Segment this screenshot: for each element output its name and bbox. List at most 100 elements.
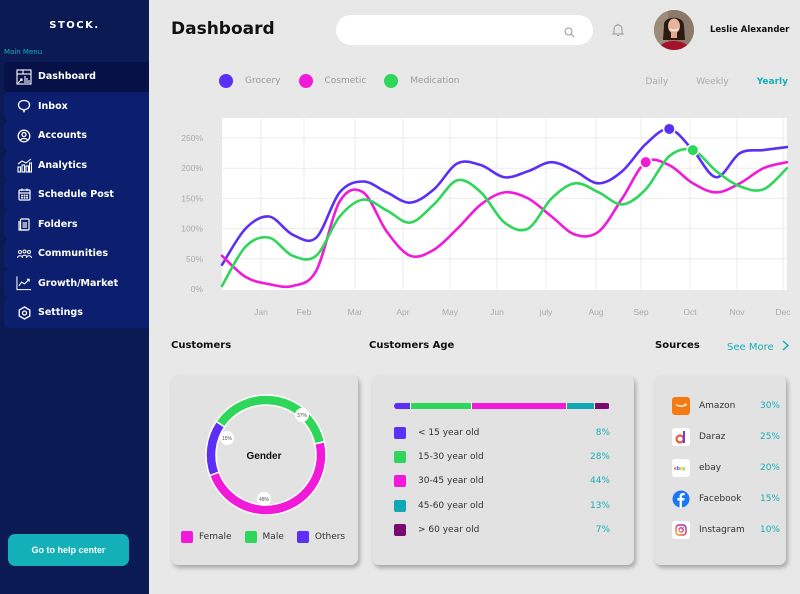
x-tick-label: Feb [297, 307, 312, 317]
sources-card: Amazon 30% Daraz 25% ebay ebay 20% Faceb… [654, 375, 786, 565]
gender-donut-chart: 48% 37% 15% Gender [205, 394, 327, 515]
sidebar-item-folders[interactable]: Folders [4, 209, 149, 239]
customers-age-card: < 15 year old 8% 15-30 year old 28% 30-4… [372, 375, 634, 565]
legend-swatch-others [296, 531, 309, 543]
source-name: Amazon [699, 401, 736, 411]
sidebar-item-inbox[interactable]: Inbox [4, 91, 149, 121]
x-tick-label: Jan [254, 307, 268, 317]
gender-legend: Female Male Others [181, 531, 345, 543]
facebook-icon [672, 490, 690, 508]
age-value: 13% [589, 501, 610, 511]
sidebar-item-settings[interactable]: Settings [4, 298, 149, 328]
line-chart: 0% 50% 100% 150% 200% 250% Jan Feb Mar Apr May Jun j… [181, 118, 791, 317]
see-more-label: See More [727, 341, 774, 353]
legend-label: Medication [410, 76, 460, 86]
sidebar-item-label: Folders [38, 218, 78, 230]
period-weekly-button[interactable]: Weekly [696, 77, 728, 87]
svg-text:ebay: ebay [674, 466, 686, 471]
y-tick-label: 250% [181, 133, 203, 143]
data-point-grocery[interactable] [664, 123, 675, 134]
see-more-link[interactable]: See More [727, 340, 789, 354]
age-label: 45-60 year old [418, 501, 484, 511]
slice-label: 37% [297, 413, 308, 419]
dashboard-icon [16, 69, 32, 85]
age-row: 45-60 year old 13% [394, 500, 610, 512]
notification-bell-icon[interactable] [611, 22, 625, 41]
legend-label: Others [314, 532, 346, 542]
gender-card: 48% 37% 15% Gender Female Male Others [171, 375, 358, 565]
legend-item-cosmetic[interactable]: Cosmetic [298, 74, 367, 88]
user-circle-icon [16, 128, 32, 144]
search-icon[interactable] [564, 23, 575, 42]
sidebar-item-schedule-post[interactable]: Schedule Post [4, 180, 149, 210]
data-point-cosmetic[interactable] [640, 157, 651, 168]
sidebar-item-accounts[interactable]: Accounts [4, 121, 149, 151]
age-bar-segment [394, 403, 412, 409]
age-label: 15-30 year old [418, 452, 484, 462]
legend-label: Female [199, 532, 232, 542]
period-yearly-button[interactable]: Yearly [757, 77, 788, 87]
amazon-icon [672, 397, 690, 415]
sidebar-item-communities[interactable]: Communities [4, 239, 149, 269]
sidebar-item-analytics[interactable]: Analytics [4, 150, 149, 180]
legend-dot-grocery [219, 74, 233, 88]
period-selector: Daily Weekly Yearly [617, 77, 788, 87]
age-swatch [394, 427, 406, 439]
source-row-facebook[interactable]: Facebook 15% [672, 490, 780, 508]
sidebar-item-label: Accounts [38, 130, 87, 142]
age-bar-segment [566, 403, 595, 409]
sidebar-item-label: Dashboard [38, 71, 96, 83]
sidebar-item-growth-market[interactable]: Growth/Market [4, 268, 149, 298]
sidebar-item-dashboard[interactable]: Dashboard [4, 62, 149, 92]
source-value: 30% [759, 401, 780, 411]
people-icon [16, 246, 32, 262]
source-name: Instagram [699, 525, 745, 535]
legend-item-grocery[interactable]: Grocery [219, 74, 281, 88]
gender-legend-male: Male [244, 531, 284, 543]
sources-title: Sources [655, 340, 700, 351]
legend-label: Cosmetic [324, 76, 367, 86]
age-row: 30-45 year old 44% [394, 475, 610, 487]
slice-label: 15% [222, 436, 233, 442]
y-tick-label: 100% [181, 224, 203, 234]
age-value: 7% [595, 525, 610, 535]
sidebar-item-label: Settings [38, 307, 83, 319]
help-center-button[interactable]: Go to help center [8, 534, 129, 566]
legend-swatch-female [181, 531, 193, 543]
donut-slice-others[interactable] [205, 420, 226, 477]
source-value: 25% [759, 432, 780, 442]
chevron-right-icon [782, 340, 789, 354]
customers-age-title: Customers Age [369, 340, 455, 351]
y-tick-label: 150% [181, 193, 203, 203]
source-value: 15% [759, 494, 780, 504]
x-tick-label: May [442, 307, 459, 317]
source-row-daraz[interactable]: Daraz 25% [672, 428, 780, 446]
trend-chart-icon [16, 275, 32, 291]
legend-item-medication[interactable]: Medication [384, 74, 459, 88]
source-row-amazon[interactable]: Amazon 30% [672, 397, 780, 415]
x-tick-label: Mar [348, 307, 363, 317]
calendar-icon [16, 187, 32, 203]
source-row-instagram[interactable]: Instagram 10% [672, 521, 780, 539]
x-tick-label: Jun [490, 307, 504, 317]
folder-icon [16, 216, 32, 232]
data-point-medication[interactable] [687, 145, 698, 156]
donut-center-label: Gender [246, 451, 281, 462]
sidebar-item-label: Analytics [38, 159, 88, 171]
search-input[interactable] [336, 15, 593, 45]
age-bar-segment [471, 403, 567, 409]
source-name: ebay [699, 463, 722, 473]
user-avatar[interactable] [654, 10, 694, 50]
period-daily-button[interactable]: Daily [645, 77, 668, 87]
age-value: 28% [589, 452, 610, 462]
age-label: < 15 year old [418, 428, 480, 438]
sidebar-nav: Dashboard Inbox Accounts Analytics Sched… [4, 62, 149, 328]
user-name: Leslie Alexander [710, 25, 790, 35]
x-tick-label: Apr [396, 307, 409, 317]
legend-label: Grocery [245, 76, 281, 86]
age-swatch [394, 475, 406, 487]
source-row-ebay[interactable]: ebay ebay 20% [672, 459, 780, 477]
settings-icon [16, 305, 32, 321]
y-tick-label: 50% [186, 254, 203, 264]
slice-label: 48% [259, 497, 270, 503]
